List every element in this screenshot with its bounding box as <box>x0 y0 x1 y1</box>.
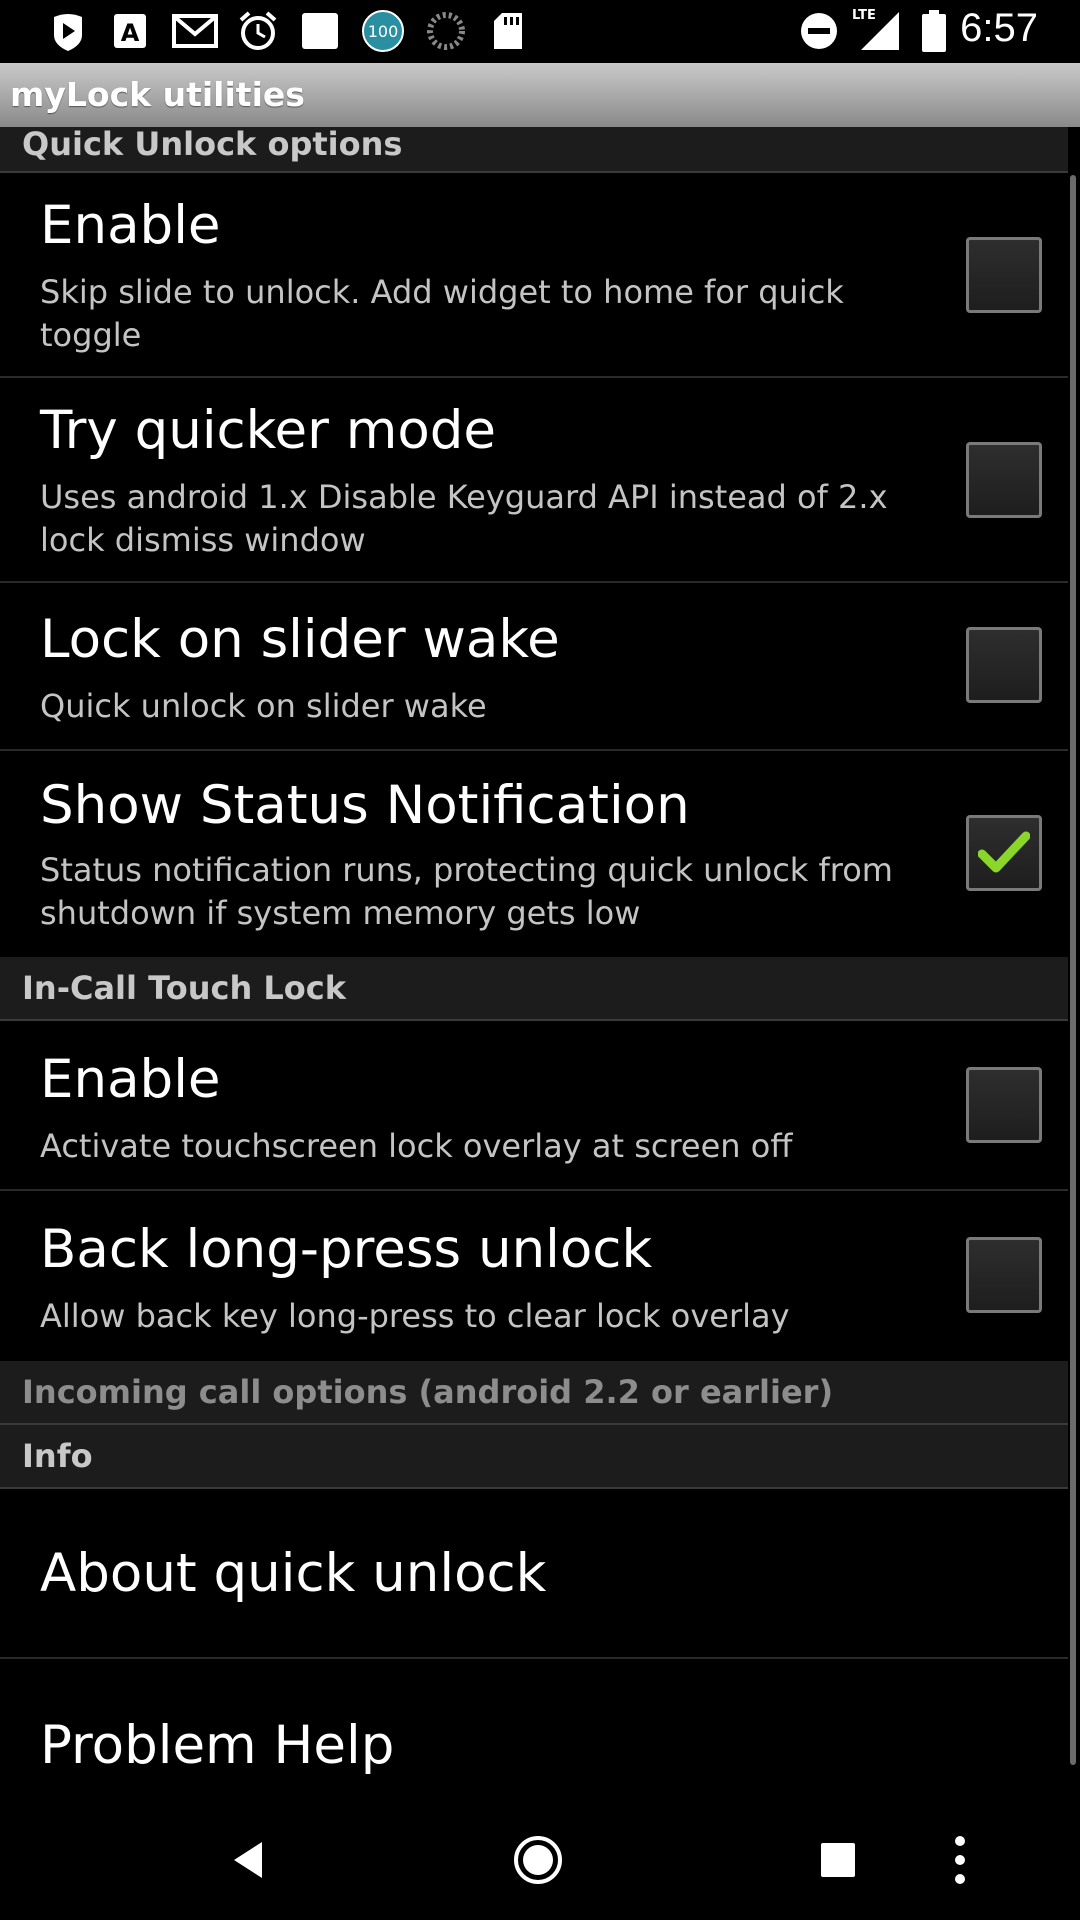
svg-text:A: A <box>121 19 140 47</box>
pref-summary: Status notification runs, protecting qui… <box>40 851 893 932</box>
battery-100-badge-icon: 100 <box>360 10 406 52</box>
alarm-icon <box>236 10 280 52</box>
signal-lte-icon: LTE <box>852 8 902 52</box>
pref-problem-help[interactable]: Problem Help <box>0 1659 1068 1809</box>
pref-title: Enable <box>40 195 221 256</box>
try-quicker-mode-checkbox[interactable] <box>966 442 1042 518</box>
category-header-info: Info <box>0 1425 1068 1489</box>
in-call-enable-checkbox[interactable] <box>966 1067 1042 1143</box>
scrollbar[interactable] <box>1070 175 1076 1765</box>
pref-summary: Skip slide to unlock. Add widget to home… <box>40 273 844 354</box>
pref-about-quick-unlock[interactable]: About quick unlock <box>0 1489 1068 1659</box>
pref-summary: Activate touchscreen lock overlay at scr… <box>40 1127 793 1165</box>
gmail-icon <box>170 10 220 52</box>
pref-summary: Allow back key long-press to clear lock … <box>40 1297 790 1335</box>
pref-title: About quick unlock <box>40 1543 547 1604</box>
pref-title: Lock on slider wake <box>40 609 560 670</box>
back-icon[interactable] <box>218 1830 278 1890</box>
pref-back-long-press-unlock[interactable]: Back long-press unlock Allow back key lo… <box>0 1191 1068 1361</box>
category-header-in-call-touch-lock: In-Call Touch Lock <box>0 957 1068 1021</box>
clock-time: 6:57 <box>960 6 1038 50</box>
pref-in-call-enable[interactable]: Enable Activate touchscreen lock overlay… <box>0 1021 1068 1191</box>
pref-summary: Quick unlock on slider wake <box>40 687 487 725</box>
do-not-disturb-icon <box>798 10 840 52</box>
category-header-incoming-call-options[interactable]: Incoming call options (android 2.2 or ea… <box>0 1361 1068 1425</box>
sd-card-icon <box>490 10 526 52</box>
loading-circle-icon <box>424 10 468 52</box>
pref-try-quicker-mode[interactable]: Try quicker mode Uses android 1.x Disabl… <box>0 378 1068 583</box>
checkmark-icon <box>978 831 1030 873</box>
quick-unlock-enable-checkbox[interactable] <box>966 237 1042 313</box>
pref-show-status-notification[interactable]: Show Status Notification Status notifica… <box>0 751 1068 957</box>
play-store-icon <box>48 10 88 52</box>
app-title: myLock utilities <box>10 75 305 114</box>
pref-title: Problem Help <box>40 1715 395 1776</box>
pref-quick-unlock-enable[interactable]: Enable Skip slide to unlock. Add widget … <box>0 173 1068 378</box>
overflow-menu-icon[interactable] <box>940 1830 980 1890</box>
app-title-bar: myLock utilities <box>0 63 1080 127</box>
back-long-press-unlock-checkbox[interactable] <box>966 1237 1042 1313</box>
navigation-bar <box>0 1800 1080 1920</box>
square-app-icon <box>300 10 340 52</box>
pref-title: Back long-press unlock <box>40 1219 653 1280</box>
battery-icon <box>920 10 948 52</box>
pref-title: Enable <box>40 1049 221 1110</box>
preference-list[interactable]: Quick Unlock options Enable Skip slide t… <box>0 125 1068 1809</box>
font-a-icon: A <box>112 10 148 52</box>
show-status-notification-checkbox[interactable] <box>966 815 1042 891</box>
recents-icon[interactable] <box>808 1830 868 1890</box>
category-header-quick-unlock: Quick Unlock options <box>0 125 1068 173</box>
lock-on-slider-wake-checkbox[interactable] <box>966 627 1042 703</box>
status-bar: A 100 LTE 6:57 <box>0 0 1080 63</box>
home-icon[interactable] <box>508 1830 568 1890</box>
pref-lock-on-slider-wake[interactable]: Lock on slider wake Quick unlock on slid… <box>0 583 1068 751</box>
pref-summary: Uses android 1.x Disable Keyguard API in… <box>40 478 888 559</box>
pref-title: Show Status Notification <box>40 775 690 836</box>
pref-title: Try quicker mode <box>40 400 497 461</box>
